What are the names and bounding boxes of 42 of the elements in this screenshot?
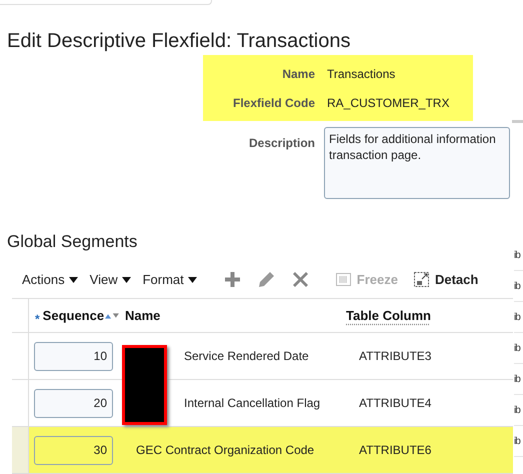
table-cell-text: Internal Cancellation Flag [184,395,320,412]
freeze-icon [336,273,351,286]
field-label: Name [281,66,315,82]
menu-button[interactable]: Actions [22,270,78,290]
field-value: RA_CUSTOMER_TRX [327,94,450,112]
field-label: Description [248,135,315,152]
cut-text: ib [514,395,523,426]
sort-icon[interactable] [105,312,119,320]
cut-text: ib [514,271,523,302]
column-header[interactable]: Name [119,306,341,326]
detach-button[interactable]: Detach [414,270,478,290]
caret-icon [68,276,78,283]
table-cell-text: ATTRIBUTE3 [358,348,432,365]
field-value: Transactions [327,66,396,82]
pencil-icon[interactable] [258,271,275,288]
sequence-field[interactable]: 10 [34,342,113,370]
cut-text: ib [514,364,523,395]
cut-text: ib [514,426,523,457]
detach-icon [414,272,429,288]
sequence-field[interactable]: 20 [34,388,113,418]
table-cell-text: ATTRIBUTE4 [358,395,432,412]
table-cell-text: ATTRIBUTE6 [358,442,432,459]
sequence-field[interactable]: 30 [34,436,113,464]
menu-button[interactable]: Format [142,270,197,290]
close-icon[interactable] [292,272,308,288]
menu-button[interactable]: View [90,270,131,290]
caret-icon [188,276,197,283]
column-header[interactable]: Table Column [341,306,431,326]
section-title: Global Segments [7,231,138,253]
table-cell-text: GEC Contract Organization Code [136,442,314,459]
table-cell-text: Service Rendered Date [184,348,309,365]
cut-text: ib [514,302,523,333]
add-icon[interactable] [224,272,240,288]
field-label: Flexfield Code [232,94,315,112]
required-mark: * [35,310,40,328]
column-header[interactable]: Sequence [42,306,104,326]
page-title: Edit Descriptive Flexfield: Transactions [7,29,350,54]
description-field[interactable]: Fields for additional information transaction page. [324,127,510,199]
cut-text: ib [514,333,523,364]
caret-icon [122,276,131,283]
table-row[interactable]: 30 GEC Contract Organization Code ATTRIBUTE6 [12,427,513,474]
cut-text: ib [514,240,523,271]
